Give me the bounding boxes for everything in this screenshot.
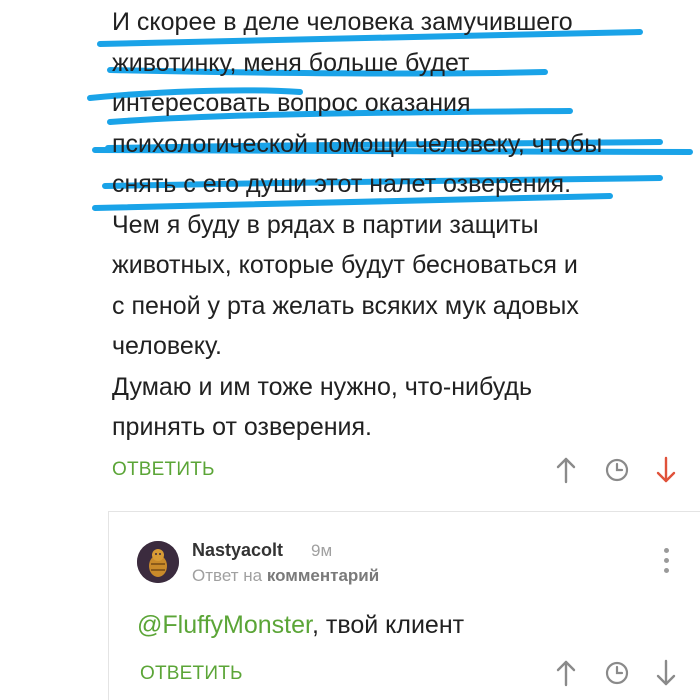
comment-line: животных, которые будут бесноваться и	[112, 251, 578, 279]
arrow-up-icon[interactable]	[551, 658, 581, 688]
reply-button[interactable]: ОТВЕТИТЬ	[140, 663, 243, 685]
reply-to-prefix: Ответ на	[192, 566, 263, 585]
comment-line: снять с его души этот налет озверения.	[112, 170, 572, 198]
thread-line	[108, 512, 109, 700]
arrow-down-icon[interactable]	[651, 455, 681, 485]
author-name[interactable]: Nastyacolt	[192, 540, 283, 561]
divider	[108, 511, 700, 512]
comment-line: Думаю и им тоже нужно, что-нибудь	[112, 372, 533, 401]
comment-body: И скорее в деле человека замучившего жив…	[112, 2, 692, 448]
more-vertical-icon[interactable]	[660, 548, 672, 578]
reply-button[interactable]: ОТВЕТИТЬ	[112, 459, 215, 481]
comment-time: 9м	[311, 541, 333, 560]
comment-line: интересовать вопрос оказания	[112, 89, 471, 117]
clock-icon[interactable]	[602, 658, 632, 688]
comment-line: принять от озверения.	[112, 413, 372, 441]
arrow-down-icon[interactable]	[651, 658, 681, 688]
reply-body: @FluffyMonster, твой клиент	[137, 611, 464, 640]
avatar-image	[137, 541, 179, 583]
comment-line: животинку, меня больше будет	[112, 48, 470, 77]
arrow-up-icon[interactable]	[551, 455, 581, 485]
reply-text: , твой клиент	[311, 611, 465, 639]
comment-line: человеку.	[112, 332, 222, 360]
comment-line: психологической помощи человеку, чтобы	[112, 129, 603, 158]
comment-line: с пеной у рта желать всяких мук адовых	[112, 291, 579, 320]
mention-link[interactable]: @FluffyMonster	[137, 611, 312, 639]
reply-to-label: Ответ на комментарий	[192, 566, 379, 586]
comment-line: Чем я буду в рядах в партии защиты	[112, 210, 539, 239]
clock-icon[interactable]	[602, 455, 632, 485]
avatar[interactable]	[137, 541, 179, 583]
reply-to-link[interactable]: комментарий	[267, 566, 379, 585]
comment-line: И скорее в деле человека замучившего	[112, 8, 573, 36]
